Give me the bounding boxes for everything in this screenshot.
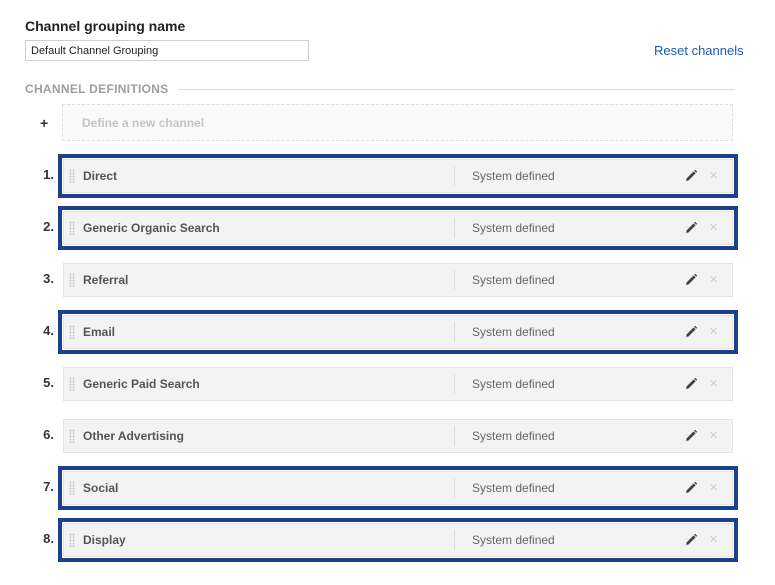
drag-handle-icon[interactable] bbox=[69, 325, 75, 339]
column-divider bbox=[454, 322, 455, 342]
close-icon[interactable]: ✕ bbox=[709, 429, 718, 443]
close-icon[interactable]: ✕ bbox=[709, 533, 718, 547]
channel-type: System defined bbox=[472, 377, 555, 391]
define-new-channel-label: Define a new channel bbox=[82, 115, 205, 130]
channel-row[interactable]: Direct System defined ✕ bbox=[58, 154, 738, 198]
channel-row-body: Social System defined ✕ bbox=[63, 471, 733, 505]
channel-definitions-header: CHANNEL DEFINITIONS bbox=[25, 82, 735, 96]
channel-row-body: Referral System defined ✕ bbox=[63, 263, 733, 297]
channel-number: 6. bbox=[43, 427, 54, 442]
define-new-channel-button[interactable]: Define a new channel bbox=[62, 104, 733, 141]
channel-name: Referral bbox=[83, 273, 129, 287]
channel-row-body: Email System defined ✕ bbox=[63, 315, 733, 349]
pencil-icon[interactable] bbox=[684, 273, 698, 287]
channel-row-body: Generic Organic Search System defined ✕ bbox=[63, 211, 733, 245]
channel-name: Other Advertising bbox=[83, 429, 184, 443]
channel-row[interactable]: Display System defined ✕ bbox=[58, 518, 738, 562]
pencil-icon[interactable] bbox=[684, 221, 698, 235]
channel-row[interactable]: Email System defined ✕ bbox=[58, 310, 738, 354]
drag-handle-icon[interactable] bbox=[69, 273, 75, 287]
channel-grouping-name-label: Channel grouping name bbox=[25, 18, 186, 34]
channel-name: Email bbox=[83, 325, 116, 339]
column-divider bbox=[454, 478, 455, 498]
channel-name: Direct bbox=[83, 169, 118, 183]
channel-type: System defined bbox=[472, 273, 555, 287]
close-icon[interactable]: ✕ bbox=[709, 325, 718, 339]
channel-row[interactable]: Generic Paid Search System defined ✕ bbox=[58, 362, 738, 406]
close-icon[interactable]: ✕ bbox=[709, 221, 718, 235]
section-title: CHANNEL DEFINITIONS bbox=[25, 82, 169, 96]
channel-type: System defined bbox=[472, 221, 555, 235]
channel-number: 3. bbox=[43, 271, 54, 286]
column-divider bbox=[454, 218, 455, 238]
channel-type: System defined bbox=[472, 325, 555, 339]
pencil-icon[interactable] bbox=[684, 377, 698, 391]
column-divider bbox=[454, 426, 455, 446]
drag-handle-icon[interactable] bbox=[69, 377, 75, 391]
channel-number: 4. bbox=[43, 323, 54, 338]
channel-type: System defined bbox=[472, 481, 555, 495]
pencil-icon[interactable] bbox=[684, 325, 698, 339]
channel-grouping-name-input[interactable] bbox=[25, 40, 309, 61]
channel-number: 1. bbox=[43, 167, 54, 182]
section-divider bbox=[178, 88, 735, 90]
channel-name: Display bbox=[83, 533, 126, 547]
channel-name: Generic Organic Search bbox=[83, 221, 220, 235]
pencil-icon[interactable] bbox=[684, 429, 698, 443]
drag-handle-icon[interactable] bbox=[69, 221, 75, 235]
channel-row-body: Display System defined ✕ bbox=[63, 523, 733, 557]
drag-handle-icon[interactable] bbox=[69, 429, 75, 443]
column-divider bbox=[454, 374, 455, 394]
channel-number: 8. bbox=[43, 531, 54, 546]
close-icon[interactable]: ✕ bbox=[709, 169, 718, 183]
close-icon[interactable]: ✕ bbox=[709, 377, 718, 391]
channel-row[interactable]: Generic Organic Search System defined ✕ bbox=[58, 206, 738, 250]
drag-handle-icon[interactable] bbox=[69, 481, 75, 495]
channel-name: Generic Paid Search bbox=[83, 377, 200, 391]
channel-name: Social bbox=[83, 481, 119, 495]
channel-row-body: Generic Paid Search System defined ✕ bbox=[63, 367, 733, 401]
channel-row[interactable]: Other Advertising System defined ✕ bbox=[58, 414, 738, 458]
channel-type: System defined bbox=[472, 533, 555, 547]
column-divider bbox=[454, 530, 455, 550]
drag-handle-icon[interactable] bbox=[69, 533, 75, 547]
channel-number: 7. bbox=[43, 479, 54, 494]
drag-handle-icon[interactable] bbox=[69, 169, 75, 183]
channel-number: 5. bbox=[43, 375, 54, 390]
channel-type: System defined bbox=[472, 169, 555, 183]
pencil-icon[interactable] bbox=[684, 169, 698, 183]
column-divider bbox=[454, 166, 455, 186]
channel-row-body: Other Advertising System defined ✕ bbox=[63, 419, 733, 453]
reset-channels-link[interactable]: Reset channels bbox=[654, 43, 744, 58]
pencil-icon[interactable] bbox=[684, 481, 698, 495]
channel-row[interactable]: Referral System defined ✕ bbox=[58, 258, 738, 302]
channel-row-body: Direct System defined ✕ bbox=[63, 159, 733, 193]
close-icon[interactable]: ✕ bbox=[709, 273, 718, 287]
plus-icon: + bbox=[40, 115, 49, 131]
channel-type: System defined bbox=[472, 429, 555, 443]
column-divider bbox=[454, 270, 455, 290]
pencil-icon[interactable] bbox=[684, 533, 698, 547]
close-icon[interactable]: ✕ bbox=[709, 481, 718, 495]
channel-row[interactable]: Social System defined ✕ bbox=[58, 466, 738, 510]
channel-number: 2. bbox=[43, 219, 54, 234]
channel-grouping-editor: Channel grouping name Reset channels CHA… bbox=[0, 0, 775, 585]
